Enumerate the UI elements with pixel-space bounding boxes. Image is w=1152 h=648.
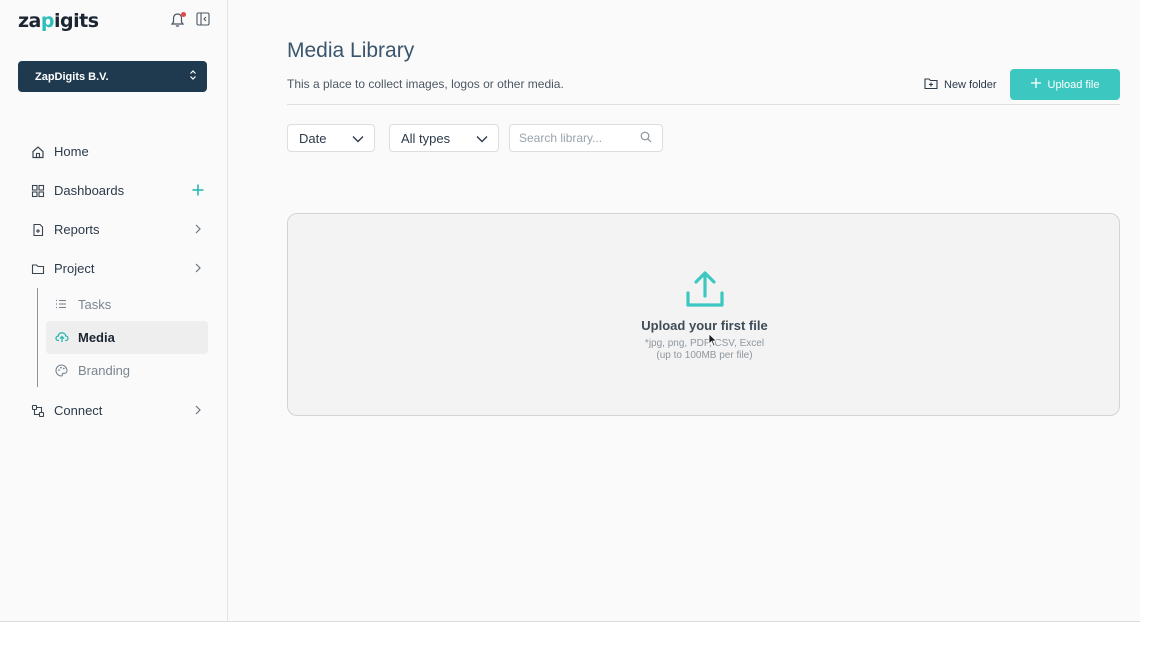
chevron-right-icon <box>191 261 205 275</box>
sidebar-item-label: Project <box>54 261 95 276</box>
switcher-arrows-icon <box>189 69 197 84</box>
sidebar-item-label: Tasks <box>78 297 112 312</box>
chevron-right-icon <box>191 222 205 236</box>
logo[interactable]: zapigits <box>18 10 99 32</box>
sidebar-item-dashboards[interactable]: Dashboards <box>18 171 208 210</box>
upload-dropzone[interactable]: Upload your first file *jpg, png, PDF, C… <box>287 213 1120 416</box>
chevron-right-icon <box>191 403 205 417</box>
page-subtitle: This a place to collect images, logos or… <box>287 77 564 91</box>
date-filter-dropdown[interactable]: Date <box>287 124 375 152</box>
type-filter-label: All types <box>401 130 451 146</box>
search-icon <box>640 131 652 146</box>
sidebar-item-branding[interactable]: Branding <box>46 354 208 387</box>
organization-name: ZapDigits B.V. <box>35 70 109 83</box>
dropzone-formats: *jpg, png, PDF, CSV, Excel (up to 100MB … <box>288 338 1121 362</box>
new-folder-icon <box>924 77 938 93</box>
dropzone-title: Upload your first file <box>641 318 768 333</box>
search-placeholder: Search library... <box>519 131 603 145</box>
new-folder-button[interactable]: New folder <box>924 77 997 93</box>
sidebar-item-label: Home <box>54 144 89 159</box>
sidebar-item-connect[interactable]: Connect <box>18 391 208 430</box>
upload-icon <box>685 271 725 309</box>
page-title: Media Library <box>287 39 415 62</box>
main-content: Media Library This a place to collect im… <box>287 0 1120 621</box>
date-filter-label: Date <box>299 130 327 146</box>
app-window: zapigits ZapDigits B.V. Home Dashboards … <box>0 0 1140 622</box>
sidebar-item-project[interactable]: Project <box>18 249 208 288</box>
type-filter-dropdown[interactable]: All types <box>389 124 499 152</box>
organization-switcher[interactable]: ZapDigits B.V. <box>18 61 207 92</box>
upload-file-button[interactable]: Upload file <box>1010 69 1120 100</box>
sidebar: zapigits ZapDigits B.V. Home Dashboards … <box>0 0 228 621</box>
bell-icon[interactable] <box>170 12 186 28</box>
mouse-cursor-icon <box>708 333 718 347</box>
sidebar-item-label: Media <box>78 330 115 345</box>
notification-dot <box>181 12 186 17</box>
sidebar-item-home[interactable]: Home <box>18 132 208 171</box>
sidebar-item-label: Connect <box>54 403 103 418</box>
logo-text-end: igits <box>54 10 99 32</box>
search-input[interactable]: Search library... <box>509 124 663 152</box>
folder-icon <box>31 262 45 276</box>
home-icon <box>31 145 45 159</box>
sidebar-item-reports[interactable]: Reports <box>18 210 208 249</box>
connect-icon <box>31 404 45 418</box>
list-icon <box>55 298 69 312</box>
dropzone-limit-text: (up to 100MB per file) <box>656 350 753 361</box>
sidebar-item-label: Reports <box>54 222 100 237</box>
collapse-sidebar-icon[interactable] <box>196 12 212 28</box>
add-dashboard-plus-icon[interactable] <box>191 183 205 197</box>
report-icon <box>31 223 45 237</box>
logo-text-accent: p <box>40 10 55 32</box>
upload-file-label: Upload file <box>1047 78 1100 91</box>
new-folder-label: New folder <box>944 79 997 91</box>
sidebar-item-label: Branding <box>78 363 131 378</box>
palette-icon <box>55 363 69 378</box>
sidebar-item-label: Dashboards <box>54 183 125 198</box>
sidebar-nav: Home Dashboards Reports Project Tasks Me… <box>18 132 208 430</box>
sidebar-item-tasks[interactable]: Tasks <box>46 288 208 321</box>
grid-icon <box>31 184 45 198</box>
sidebar-item-media[interactable]: Media <box>46 321 208 354</box>
dropzone-formats-text: *jpg, png, PDF, CSV, Excel <box>644 338 765 349</box>
chevron-down-icon <box>352 131 364 146</box>
logo-text-start: za <box>18 10 41 32</box>
project-submenu: Tasks Media Branding <box>37 288 208 387</box>
cloud-upload-icon <box>55 331 69 345</box>
chevron-down-icon <box>476 131 488 146</box>
plus-icon <box>1030 78 1041 91</box>
header-divider <box>287 104 1120 105</box>
